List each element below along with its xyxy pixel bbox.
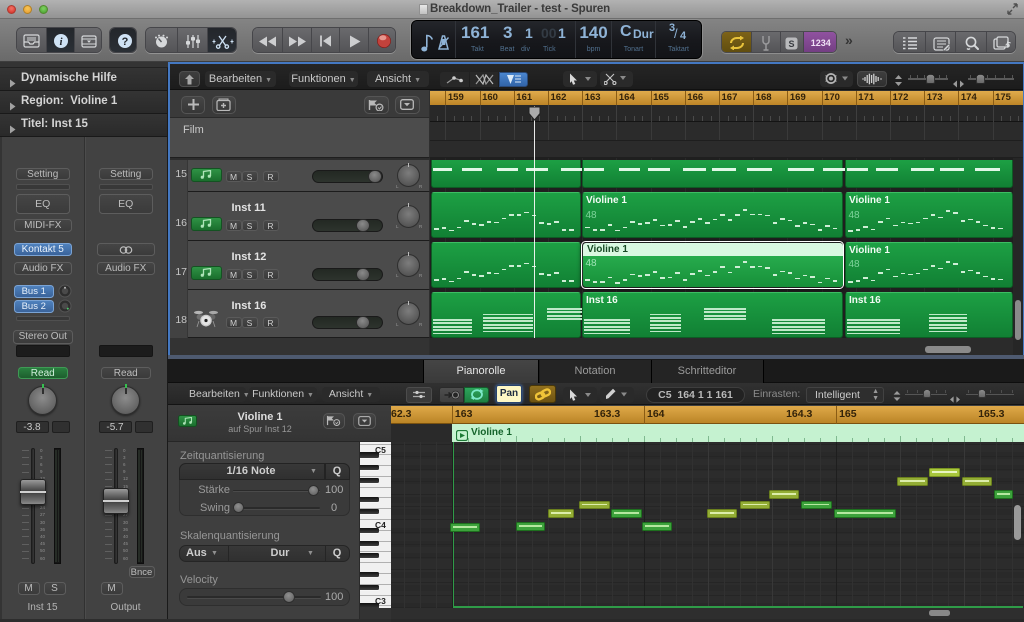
svg-text:?: ?: [121, 36, 128, 48]
svg-text:S: S: [788, 39, 794, 49]
